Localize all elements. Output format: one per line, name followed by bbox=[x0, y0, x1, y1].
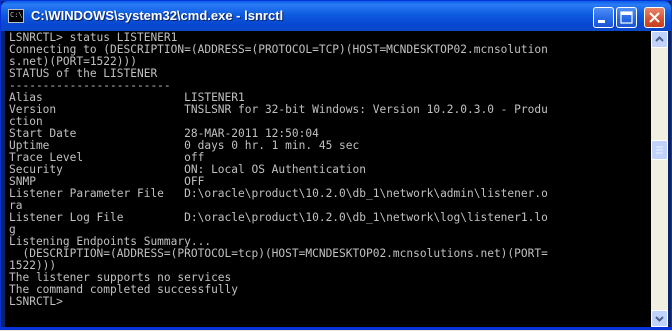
cmd-icon[interactable]: C:\ bbox=[8, 9, 24, 23]
console-line: Listener Log File D:\oracle\product\10.2… bbox=[9, 211, 548, 224]
console-line: Version TNSLSNR for 32-bit Windows: Vers… bbox=[9, 103, 548, 116]
title-bar[interactable]: C:\ C:\WINDOWS\system32\cmd.exe - lsnrct… bbox=[1, 1, 671, 31]
console-text: LSNRCTL> status LISTENER1 Connecting to … bbox=[9, 32, 548, 308]
scroll-down-button[interactable] bbox=[651, 310, 668, 327]
minimize-icon bbox=[598, 20, 605, 23]
console-line: Listener Parameter File D:\oracle\produc… bbox=[9, 187, 548, 200]
scroll-thumb[interactable] bbox=[651, 140, 668, 160]
maximize-icon bbox=[620, 11, 633, 24]
close-icon bbox=[649, 12, 660, 23]
window-frame-right bbox=[668, 31, 671, 327]
vertical-scrollbar[interactable] bbox=[651, 31, 668, 327]
scroll-up-button[interactable] bbox=[651, 31, 668, 48]
arrow-down-icon bbox=[655, 316, 664, 322]
window-title: C:\WINDOWS\system32\cmd.exe - lsnrctl bbox=[31, 8, 284, 23]
cmd-window: C:\ C:\WINDOWS\system32\cmd.exe - lsnrct… bbox=[0, 0, 672, 330]
console-line: LSNRCTL> bbox=[9, 295, 63, 308]
maximize-button[interactable] bbox=[616, 7, 637, 28]
close-button[interactable] bbox=[644, 7, 665, 28]
grip-icon bbox=[656, 146, 663, 154]
console-line: (DESCRIPTION=(ADDRESS=(PROTOCOL=tcp)(HOS… bbox=[9, 247, 548, 260]
arrow-up-icon bbox=[655, 36, 664, 42]
console-output[interactable]: LSNRCTL> status LISTENER1 Connecting to … bbox=[5, 31, 651, 327]
minimize-button[interactable] bbox=[593, 7, 614, 28]
